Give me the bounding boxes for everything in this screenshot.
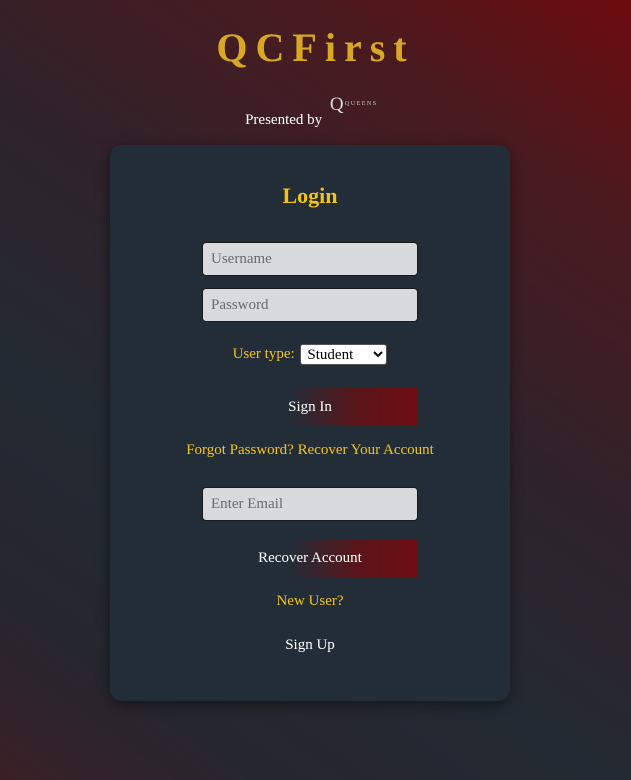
recover-account-button[interactable]: Recover Account <box>202 539 418 577</box>
presented-by: Presented by Q QUEENS <box>0 94 631 129</box>
presented-by-label: Presented by <box>245 112 323 128</box>
username-input[interactable] <box>202 242 418 276</box>
recover-email-input[interactable] <box>202 487 418 521</box>
queens-logo: Q QUEENS <box>328 94 386 126</box>
sign-up-link[interactable]: Sign Up <box>110 637 510 654</box>
recover-account-link[interactable]: Forgot Password? Recover Your Account <box>110 442 510 459</box>
new-user-label: New User? <box>276 593 344 609</box>
sign-in-button[interactable]: Sign In <box>202 388 418 426</box>
password-input[interactable] <box>202 288 418 322</box>
user-type-row: User type: Student <box>110 344 510 365</box>
user-type-select[interactable]: Student <box>300 344 388 365</box>
user-type-label: User type: <box>232 345 295 362</box>
app-title: QCFirst <box>216 25 415 70</box>
queens-logo-letter: Q <box>329 94 344 115</box>
login-card: Login User type: Student Sign In Forgot … <box>110 145 510 701</box>
queens-logo-text: QUEENS <box>344 101 378 107</box>
login-title: Login <box>282 183 338 208</box>
